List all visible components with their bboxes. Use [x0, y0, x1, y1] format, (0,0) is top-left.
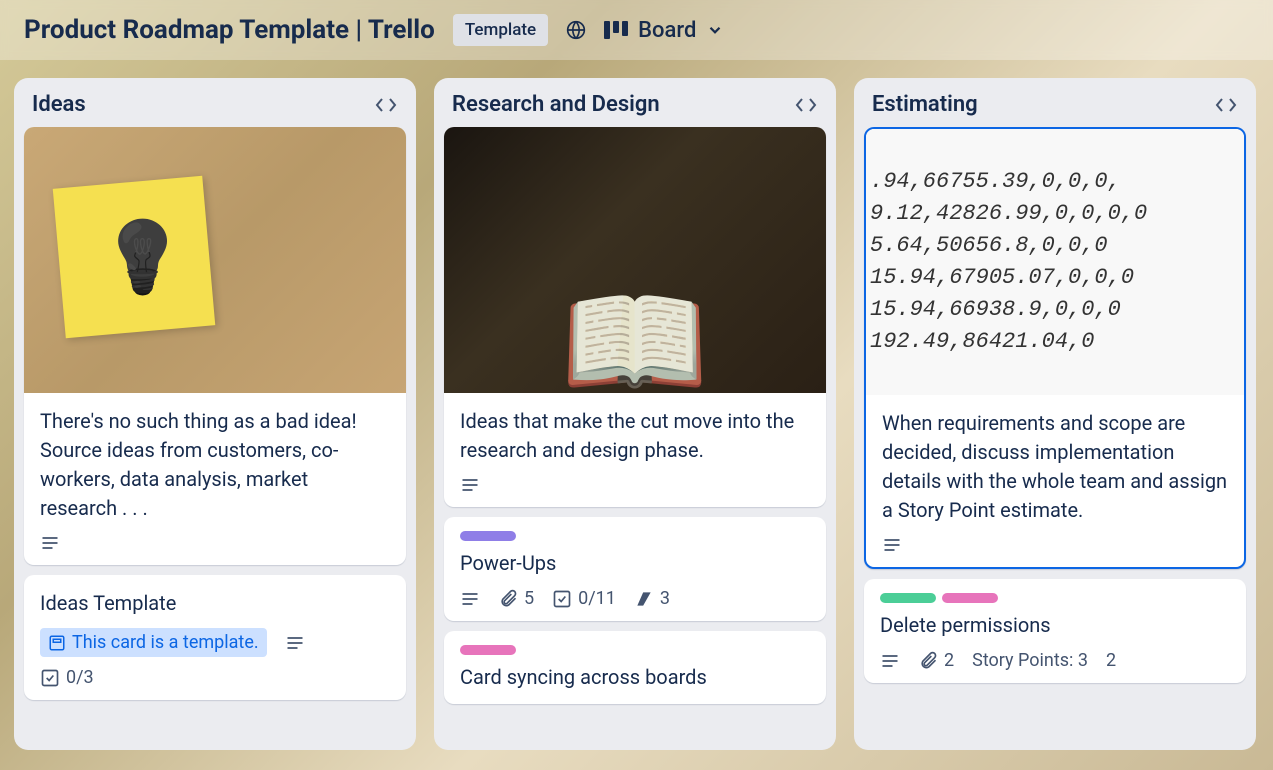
card-text: Delete permissions [880, 611, 1230, 640]
story-points-badge: Story Points: 3 [972, 650, 1088, 671]
list-title[interactable]: Estimating [872, 92, 978, 117]
view-switcher[interactable]: Board [604, 18, 724, 43]
checklist-icon [40, 668, 60, 688]
label-purple[interactable] [460, 531, 516, 541]
card-labels [460, 645, 810, 655]
list-estimating: Estimating .94,66755.39,0,0,0, 9.12,4282… [854, 78, 1256, 750]
template-chip: This card is a template. [40, 628, 267, 657]
list-header: Estimating [854, 78, 1256, 127]
template-icon [48, 634, 66, 652]
card-cover-image: .94,66755.39,0,0,0, 9.12,42826.99,0,0,0,… [866, 129, 1244, 395]
board-area: Ideas There's no such thing as a bad ide… [0, 60, 1273, 768]
list-header: Ideas [14, 78, 416, 127]
card[interactable]: Power-Ups 5 0/11 [444, 517, 826, 621]
attachment-badge: 5 [498, 588, 534, 609]
description-icon [880, 651, 900, 671]
description-icon [460, 589, 480, 609]
list-ideas: Ideas There's no such thing as a bad ide… [14, 78, 416, 750]
board-view-icon [604, 21, 628, 39]
card-text: When requirements and scope are decided,… [882, 409, 1228, 525]
list-cards: .94,66755.39,0,0,0, 9.12,42826.99,0,0,0,… [854, 127, 1256, 693]
card[interactable]: Delete permissions 2 Story Points: 3 2 [864, 579, 1246, 683]
board-header: Product Roadmap Template | Trello Templa… [0, 0, 1273, 60]
card-text: Card syncing across boards [460, 663, 810, 692]
description-icon [460, 475, 480, 495]
card[interactable]: .94,66755.39,0,0,0, 9.12,42826.99,0,0,0,… [864, 127, 1246, 569]
list-cards: There's no such thing as a bad idea! Sou… [14, 127, 416, 710]
card[interactable]: Ideas Template This card is a template. [24, 575, 406, 700]
card-text: Ideas Template [40, 589, 390, 618]
description-icon [285, 633, 305, 653]
checklist-badge: 0/11 [552, 588, 616, 609]
attachment-badge: 2 [918, 650, 954, 671]
list-title[interactable]: Ideas [32, 92, 86, 117]
board-title: Product Roadmap Template | Trello [24, 15, 435, 45]
view-label: Board [638, 18, 696, 43]
description-icon [882, 535, 902, 555]
globe-icon[interactable] [566, 20, 586, 40]
card-text: There's no such thing as a bad idea! Sou… [40, 407, 390, 523]
card-cover-image [24, 127, 406, 393]
chevron-down-icon [706, 21, 724, 39]
checklist-badge: 0/3 [40, 667, 94, 688]
label-pink[interactable] [942, 593, 998, 603]
card-labels [460, 531, 810, 541]
list-title[interactable]: Research and Design [452, 92, 660, 117]
template-chip-label: This card is a template. [72, 632, 259, 653]
extra-count: 2 [1106, 650, 1116, 671]
card[interactable]: There's no such thing as a bad idea! Sou… [24, 127, 406, 565]
custom-badge: 3 [634, 588, 670, 609]
card-labels [880, 593, 1230, 603]
collapse-icon[interactable] [374, 96, 398, 114]
collapse-icon[interactable] [1214, 96, 1238, 114]
list-cards: Ideas that make the cut move into the re… [434, 127, 836, 714]
template-badge[interactable]: Template [453, 14, 548, 46]
label-pink[interactable] [460, 645, 516, 655]
card-text: Power-Ups [460, 549, 810, 578]
description-icon [40, 533, 60, 553]
label-green[interactable] [880, 593, 936, 603]
card[interactable]: Card syncing across boards [444, 631, 826, 704]
card-cover-image [444, 127, 826, 393]
card-text: Ideas that make the cut move into the re… [460, 407, 810, 465]
collapse-icon[interactable] [794, 96, 818, 114]
list-header: Research and Design [434, 78, 836, 127]
list-research-design: Research and Design Ideas that make the … [434, 78, 836, 750]
attachment-icon [918, 651, 938, 671]
powerup-icon [634, 589, 654, 609]
card[interactable]: Ideas that make the cut move into the re… [444, 127, 826, 507]
checklist-icon [552, 589, 572, 609]
attachment-icon [498, 589, 518, 609]
